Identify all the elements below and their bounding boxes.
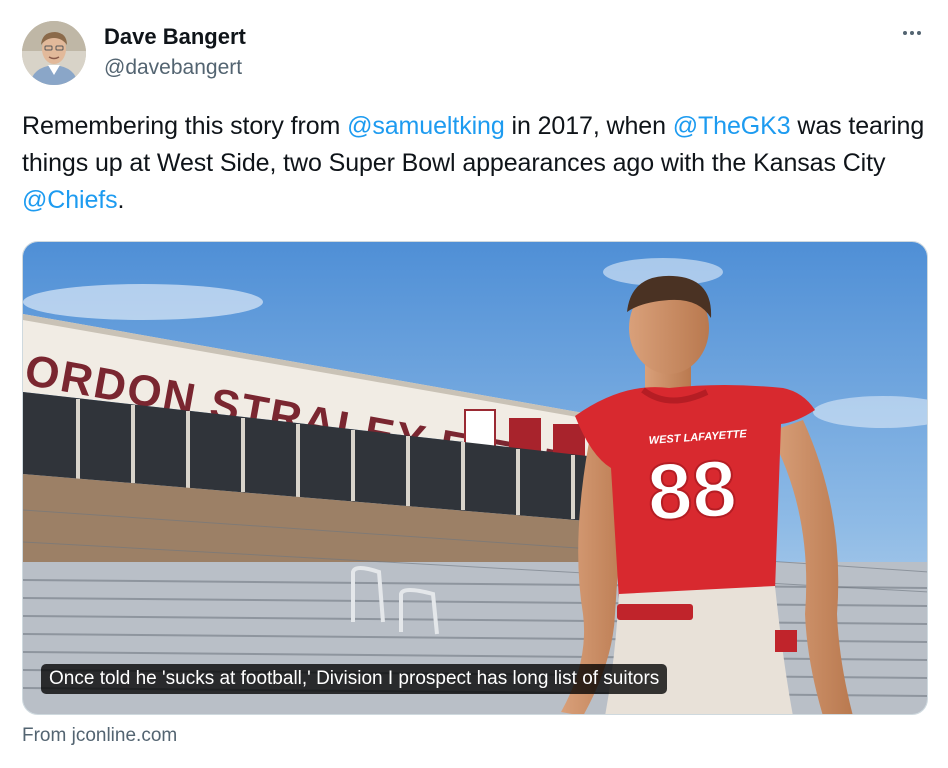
mention-link[interactable]: @samueltking — [347, 112, 505, 140]
link-source[interactable]: From jconline.com — [22, 725, 177, 747]
tweet-text: Remembering this story from @samueltking… — [22, 108, 934, 219]
tweet-text-part: Remembering this story from — [22, 112, 348, 140]
avatar[interactable] — [22, 21, 86, 85]
mention-link[interactable]: @TheGK3 — [673, 112, 791, 140]
mention-link[interactable]: @Chiefs — [22, 186, 118, 214]
author-name[interactable]: Dave Bangert — [104, 24, 246, 50]
link-card[interactable]: ORDON STRALEY FIELD WEST LAFAYETTE 88 On… — [22, 241, 928, 715]
article-photo: ORDON STRALEY FIELD WEST LAFAYETTE 88 — [23, 242, 927, 714]
more-options-icon[interactable] — [897, 18, 927, 48]
author-handle[interactable]: @davebangert — [104, 56, 242, 80]
tweet-text-part: in 2017, when — [504, 112, 673, 140]
article-headline[interactable]: Once told he 'sucks at football,' Divisi… — [41, 664, 668, 694]
avatar-image — [22, 21, 86, 85]
tweet-text-part: . — [117, 186, 125, 214]
jersey-number: 88 — [645, 443, 739, 537]
